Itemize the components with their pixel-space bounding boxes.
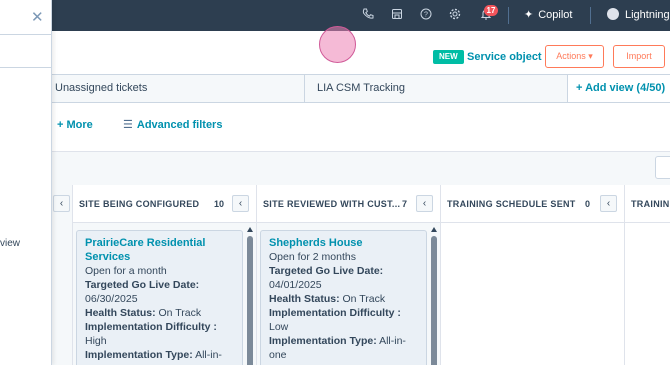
card-value: Low <box>269 321 289 333</box>
actions-dropdown-button[interactable]: Actions ▾ <box>545 45 604 68</box>
more-filters-button[interactable]: + More <box>57 118 93 132</box>
svg-text:?: ? <box>424 12 428 19</box>
card-value: All-in- <box>195 349 222 361</box>
ticket-card[interactable]: Shepherds House Open for 2 months Target… <box>260 230 427 365</box>
chevron-left-icon[interactable]: ‹ <box>416 195 433 212</box>
column-header: SITE REVIEWED WITH CUST... 7 ‹ <box>257 185 440 223</box>
card-difficulty-label: Implementation Difficulty : <box>269 306 418 320</box>
gear-icon[interactable] <box>448 8 462 22</box>
copilot-button[interactable]: ✦ Copilot <box>524 8 572 22</box>
nav-divider <box>590 7 591 24</box>
import-button[interactable]: Import <box>613 45 665 68</box>
column-count: 7 <box>402 199 408 209</box>
side-panel-search-field[interactable] <box>0 34 52 68</box>
account-label: Lightning <box>625 9 670 21</box>
card-open-duration: Open for a month <box>85 264 234 278</box>
card-go-live-label: Targeted Go Live Date: <box>269 264 418 278</box>
add-view-button[interactable]: + Add view (4/50) <box>567 75 670 102</box>
card-difficulty-value: High <box>85 334 234 348</box>
chevron-left-icon[interactable]: ‹ <box>232 195 249 212</box>
sparkle-icon: ✦ <box>524 9 534 21</box>
column-body: PrairieCare Residential Services Open fo… <box>73 223 256 365</box>
nav-divider <box>508 7 509 24</box>
card-value: 04/01/2025 <box>269 279 322 291</box>
card-label: Health Status: <box>269 293 340 305</box>
ticket-card[interactable]: PrairieCare Residential Services Open fo… <box>76 230 243 365</box>
card-value: On Track <box>342 293 386 305</box>
card-value: On Track <box>158 307 202 319</box>
column-title: TRAINING <box>631 199 670 209</box>
cursor-highlight <box>319 26 356 63</box>
column-header: TRAINING SCHEDULE SENT 0 ‹ <box>441 185 624 223</box>
card-value: Open for 2 months <box>269 251 356 263</box>
card-title[interactable]: Shepherds House <box>269 236 418 250</box>
tab-divider <box>304 75 305 102</box>
column-header: SITE BEING CONFIGURED 10 ‹ <box>73 185 256 223</box>
column-title: TRAINING SCHEDULE SENT <box>447 199 576 209</box>
advanced-filters-button[interactable]: ☰ Advanced filters <box>123 118 222 132</box>
filter-icon: ☰ <box>123 119 133 131</box>
tab-unassigned-tickets[interactable]: Unassigned tickets <box>55 75 147 102</box>
card-implementation-type: Implementation Type: All-in-one <box>269 334 418 362</box>
card-go-live-value: 04/01/2025 <box>269 278 418 292</box>
phone-icon[interactable] <box>361 8 375 22</box>
card-label: Targeted Go Live Date: <box>269 265 384 277</box>
column-count: 0 <box>585 199 591 209</box>
board-column-site-reviewed: SITE REVIEWED WITH CUST... 7 ‹ Shepherds… <box>256 185 440 365</box>
advanced-filters-label: Advanced filters <box>136 119 223 131</box>
tab-lia-csm-tracking[interactable]: LIA CSM Tracking <box>317 75 405 102</box>
scrollbar-thumb[interactable] <box>431 236 437 365</box>
board-column-training: TRAINING <box>624 185 670 365</box>
account-menu[interactable]: Lightning <box>607 8 670 22</box>
tab-label: Unassigned tickets <box>55 82 148 94</box>
column-body <box>625 223 670 365</box>
card-label: Implementation Difficulty : <box>269 307 401 319</box>
card-health-status: Health Status: On Track <box>269 292 418 306</box>
column-title: SITE BEING CONFIGURED <box>79 199 200 209</box>
card-label: Health Status: <box>85 307 156 319</box>
board-column-site-being-configured: SITE BEING CONFIGURED 10 ‹ PrairieCare R… <box>72 185 256 365</box>
card-health-status: Health Status: On Track <box>85 306 234 320</box>
copilot-label: Copilot <box>538 9 573 21</box>
card-label: Implementation Type: <box>85 349 193 361</box>
service-object-link[interactable]: Service object <box>467 50 542 64</box>
help-icon[interactable]: ? <box>419 8 433 22</box>
card-go-live-label: Targeted Go Live Date: <box>85 278 234 292</box>
chevron-left-icon[interactable]: ‹ <box>600 195 617 212</box>
marketplace-icon[interactable] <box>390 8 404 22</box>
board-column-training-schedule-sent: TRAINING SCHEDULE SENT 0 ‹ <box>440 185 624 365</box>
column-scrollbar[interactable] <box>431 227 438 365</box>
column-count: 10 <box>214 199 225 209</box>
side-panel-text: view <box>0 238 21 249</box>
column-body <box>441 223 624 365</box>
card-label: Implementation Difficulty : <box>85 321 217 333</box>
column-body: Shepherds House Open for 2 months Target… <box>257 223 440 365</box>
board-settings-button[interactable] <box>655 156 670 179</box>
close-icon[interactable]: ✕ <box>31 10 44 26</box>
card-go-live-value: 06/30/2025 <box>85 292 234 306</box>
notification-count-badge: 17 <box>484 5 498 16</box>
card-label: Implementation Type: <box>269 335 377 347</box>
column-scrollbar[interactable] <box>247 227 254 365</box>
column-title: SITE REVIEWED WITH CUST... <box>263 199 401 209</box>
card-difficulty-value: Low <box>269 320 418 334</box>
scrollbar-thumb[interactable] <box>247 236 253 365</box>
card-implementation-type: Implementation Type: All-in- <box>85 348 234 362</box>
tab-label: LIA CSM Tracking <box>317 82 406 94</box>
column-header: TRAINING <box>625 185 670 223</box>
avatar <box>607 8 619 20</box>
card-title[interactable]: PrairieCare Residential Services <box>85 236 234 264</box>
scroll-up-arrow-icon[interactable] <box>247 227 253 232</box>
side-panel: ✕ view <box>0 0 52 365</box>
new-badge: NEW <box>433 50 464 64</box>
scroll-up-arrow-icon[interactable] <box>431 227 437 232</box>
card-label: Targeted Go Live Date: <box>85 279 200 291</box>
chevron-left-icon[interactable]: ‹ <box>53 195 70 212</box>
card-value: 06/30/2025 <box>85 293 138 305</box>
card-difficulty-label: Implementation Difficulty : <box>85 320 234 334</box>
view-tabs: Unassigned tickets LIA CSM Tracking + Ad… <box>0 74 670 103</box>
card-value: High <box>85 335 107 347</box>
card-value: Open for a month <box>85 265 167 277</box>
card-open-duration: Open for 2 months <box>269 250 418 264</box>
